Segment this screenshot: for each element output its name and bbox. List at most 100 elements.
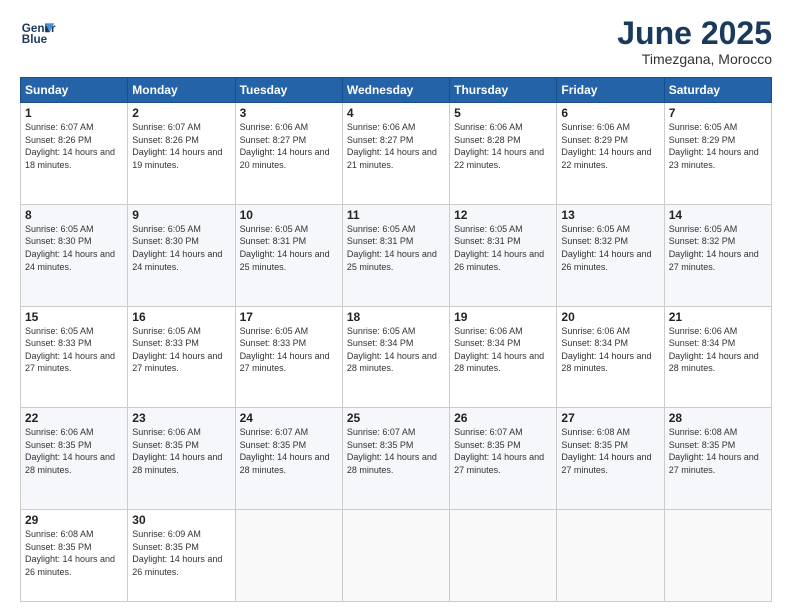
day-number: 5 xyxy=(454,106,552,120)
day-info: Sunrise: 6:06 AMSunset: 8:34 PMDaylight:… xyxy=(454,325,552,375)
day-info: Sunrise: 6:08 AMSunset: 8:35 PMDaylight:… xyxy=(669,426,767,476)
calendar-cell: 29Sunrise: 6:08 AMSunset: 8:35 PMDayligh… xyxy=(21,509,128,601)
title-block: June 2025 Timezgana, Morocco xyxy=(617,16,772,67)
day-info: Sunrise: 6:06 AMSunset: 8:27 PMDaylight:… xyxy=(240,121,338,171)
day-info: Sunrise: 6:09 AMSunset: 8:35 PMDaylight:… xyxy=(132,528,230,578)
day-number: 24 xyxy=(240,411,338,425)
calendar-cell: 26Sunrise: 6:07 AMSunset: 8:35 PMDayligh… xyxy=(450,408,557,510)
day-info: Sunrise: 6:05 AMSunset: 8:31 PMDaylight:… xyxy=(347,223,445,273)
day-info: Sunrise: 6:08 AMSunset: 8:35 PMDaylight:… xyxy=(561,426,659,476)
day-number: 3 xyxy=(240,106,338,120)
calendar-cell: 1Sunrise: 6:07 AMSunset: 8:26 PMDaylight… xyxy=(21,103,128,205)
day-number: 20 xyxy=(561,310,659,324)
day-number: 9 xyxy=(132,208,230,222)
calendar-cell: 6Sunrise: 6:06 AMSunset: 8:29 PMDaylight… xyxy=(557,103,664,205)
calendar-cell: 19Sunrise: 6:06 AMSunset: 8:34 PMDayligh… xyxy=(450,306,557,408)
calendar-cell xyxy=(342,509,449,601)
calendar-cell: 21Sunrise: 6:06 AMSunset: 8:34 PMDayligh… xyxy=(664,306,771,408)
day-number: 6 xyxy=(561,106,659,120)
day-info: Sunrise: 6:06 AMSunset: 8:29 PMDaylight:… xyxy=(561,121,659,171)
subtitle: Timezgana, Morocco xyxy=(617,51,772,67)
calendar-cell: 22Sunrise: 6:06 AMSunset: 8:35 PMDayligh… xyxy=(21,408,128,510)
day-info: Sunrise: 6:05 AMSunset: 8:34 PMDaylight:… xyxy=(347,325,445,375)
calendar-week-3: 15Sunrise: 6:05 AMSunset: 8:33 PMDayligh… xyxy=(21,306,772,408)
logo: General Blue xyxy=(20,16,56,52)
day-info: Sunrise: 6:05 AMSunset: 8:29 PMDaylight:… xyxy=(669,121,767,171)
day-number: 16 xyxy=(132,310,230,324)
day-number: 18 xyxy=(347,310,445,324)
logo-icon: General Blue xyxy=(20,16,56,52)
calendar-cell xyxy=(235,509,342,601)
calendar-cell: 13Sunrise: 6:05 AMSunset: 8:32 PMDayligh… xyxy=(557,204,664,306)
calendar-cell: 9Sunrise: 6:05 AMSunset: 8:30 PMDaylight… xyxy=(128,204,235,306)
day-number: 13 xyxy=(561,208,659,222)
header: General Blue June 2025 Timezgana, Morocc… xyxy=(20,16,772,67)
day-header-friday: Friday xyxy=(557,78,664,103)
calendar-header-row: SundayMondayTuesdayWednesdayThursdayFrid… xyxy=(21,78,772,103)
calendar-cell xyxy=(664,509,771,601)
calendar-cell xyxy=(557,509,664,601)
calendar-cell: 5Sunrise: 6:06 AMSunset: 8:28 PMDaylight… xyxy=(450,103,557,205)
day-number: 21 xyxy=(669,310,767,324)
day-info: Sunrise: 6:05 AMSunset: 8:33 PMDaylight:… xyxy=(132,325,230,375)
calendar-cell xyxy=(450,509,557,601)
calendar-week-2: 8Sunrise: 6:05 AMSunset: 8:30 PMDaylight… xyxy=(21,204,772,306)
calendar-cell: 18Sunrise: 6:05 AMSunset: 8:34 PMDayligh… xyxy=(342,306,449,408)
day-number: 28 xyxy=(669,411,767,425)
calendar-cell: 30Sunrise: 6:09 AMSunset: 8:35 PMDayligh… xyxy=(128,509,235,601)
calendar-cell: 25Sunrise: 6:07 AMSunset: 8:35 PMDayligh… xyxy=(342,408,449,510)
calendar-cell: 10Sunrise: 6:05 AMSunset: 8:31 PMDayligh… xyxy=(235,204,342,306)
day-info: Sunrise: 6:05 AMSunset: 8:31 PMDaylight:… xyxy=(454,223,552,273)
calendar-cell: 11Sunrise: 6:05 AMSunset: 8:31 PMDayligh… xyxy=(342,204,449,306)
day-number: 2 xyxy=(132,106,230,120)
day-header-tuesday: Tuesday xyxy=(235,78,342,103)
day-header-saturday: Saturday xyxy=(664,78,771,103)
day-number: 4 xyxy=(347,106,445,120)
day-number: 7 xyxy=(669,106,767,120)
calendar-cell: 2Sunrise: 6:07 AMSunset: 8:26 PMDaylight… xyxy=(128,103,235,205)
day-number: 8 xyxy=(25,208,123,222)
day-info: Sunrise: 6:06 AMSunset: 8:28 PMDaylight:… xyxy=(454,121,552,171)
calendar-cell: 15Sunrise: 6:05 AMSunset: 8:33 PMDayligh… xyxy=(21,306,128,408)
calendar-cell: 24Sunrise: 6:07 AMSunset: 8:35 PMDayligh… xyxy=(235,408,342,510)
calendar-cell: 8Sunrise: 6:05 AMSunset: 8:30 PMDaylight… xyxy=(21,204,128,306)
day-info: Sunrise: 6:07 AMSunset: 8:35 PMDaylight:… xyxy=(240,426,338,476)
calendar-cell: 16Sunrise: 6:05 AMSunset: 8:33 PMDayligh… xyxy=(128,306,235,408)
page: General Blue June 2025 Timezgana, Morocc… xyxy=(0,0,792,612)
day-number: 30 xyxy=(132,513,230,527)
day-number: 15 xyxy=(25,310,123,324)
calendar-cell: 28Sunrise: 6:08 AMSunset: 8:35 PMDayligh… xyxy=(664,408,771,510)
day-number: 11 xyxy=(347,208,445,222)
day-number: 27 xyxy=(561,411,659,425)
day-info: Sunrise: 6:06 AMSunset: 8:34 PMDaylight:… xyxy=(561,325,659,375)
day-info: Sunrise: 6:05 AMSunset: 8:33 PMDaylight:… xyxy=(25,325,123,375)
calendar-cell: 27Sunrise: 6:08 AMSunset: 8:35 PMDayligh… xyxy=(557,408,664,510)
day-info: Sunrise: 6:05 AMSunset: 8:31 PMDaylight:… xyxy=(240,223,338,273)
day-number: 19 xyxy=(454,310,552,324)
day-info: Sunrise: 6:07 AMSunset: 8:35 PMDaylight:… xyxy=(454,426,552,476)
calendar-cell: 14Sunrise: 6:05 AMSunset: 8:32 PMDayligh… xyxy=(664,204,771,306)
day-info: Sunrise: 6:05 AMSunset: 8:33 PMDaylight:… xyxy=(240,325,338,375)
day-number: 1 xyxy=(25,106,123,120)
day-number: 25 xyxy=(347,411,445,425)
day-info: Sunrise: 6:07 AMSunset: 8:26 PMDaylight:… xyxy=(132,121,230,171)
calendar-cell: 7Sunrise: 6:05 AMSunset: 8:29 PMDaylight… xyxy=(664,103,771,205)
calendar-week-4: 22Sunrise: 6:06 AMSunset: 8:35 PMDayligh… xyxy=(21,408,772,510)
calendar-cell: 23Sunrise: 6:06 AMSunset: 8:35 PMDayligh… xyxy=(128,408,235,510)
day-number: 10 xyxy=(240,208,338,222)
day-header-monday: Monday xyxy=(128,78,235,103)
calendar-cell: 4Sunrise: 6:06 AMSunset: 8:27 PMDaylight… xyxy=(342,103,449,205)
day-info: Sunrise: 6:05 AMSunset: 8:30 PMDaylight:… xyxy=(25,223,123,273)
day-info: Sunrise: 6:06 AMSunset: 8:27 PMDaylight:… xyxy=(347,121,445,171)
day-info: Sunrise: 6:05 AMSunset: 8:32 PMDaylight:… xyxy=(561,223,659,273)
day-info: Sunrise: 6:07 AMSunset: 8:35 PMDaylight:… xyxy=(347,426,445,476)
svg-text:Blue: Blue xyxy=(22,33,48,46)
calendar-week-5: 29Sunrise: 6:08 AMSunset: 8:35 PMDayligh… xyxy=(21,509,772,601)
day-info: Sunrise: 6:06 AMSunset: 8:35 PMDaylight:… xyxy=(25,426,123,476)
day-info: Sunrise: 6:06 AMSunset: 8:34 PMDaylight:… xyxy=(669,325,767,375)
day-number: 14 xyxy=(669,208,767,222)
main-title: June 2025 xyxy=(617,16,772,51)
day-header-wednesday: Wednesday xyxy=(342,78,449,103)
calendar-cell: 20Sunrise: 6:06 AMSunset: 8:34 PMDayligh… xyxy=(557,306,664,408)
day-number: 26 xyxy=(454,411,552,425)
